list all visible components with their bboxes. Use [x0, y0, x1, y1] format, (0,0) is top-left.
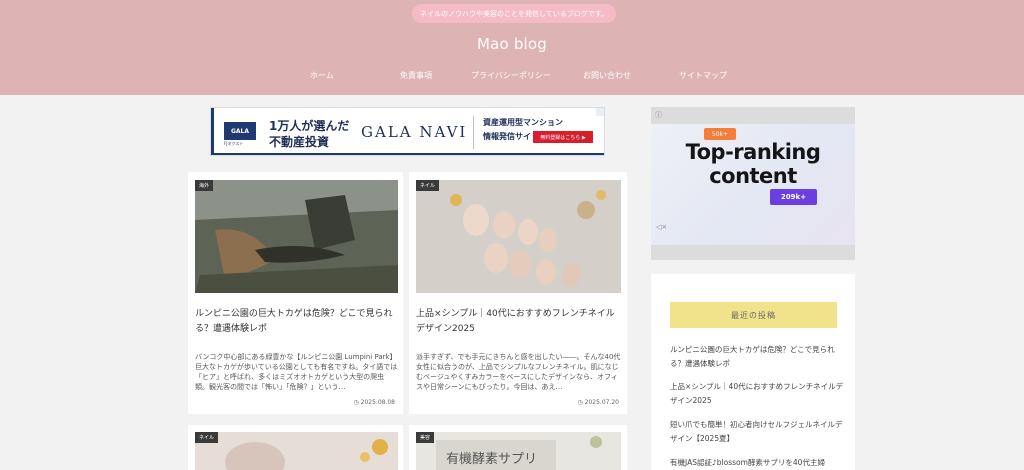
post-date: ◷ 2025.07.20	[577, 399, 619, 406]
banner-bottom-bar	[211, 153, 604, 155]
ad-badge-top: 50k+	[704, 128, 736, 140]
nail-photo-icon	[195, 432, 398, 470]
nav-item-sitemap[interactable]: サイトマップ	[679, 70, 727, 81]
nav-item-privacy-policy[interactable]: プライバシーポリシー	[471, 70, 551, 81]
recent-posts-widget: 最近の投稿 ルンピニ公園の巨大トカゲは危険？どこで見られる？遭遇体験レポ 上品×…	[651, 274, 855, 470]
banner-cta-button[interactable]: 無料登録はこちら ▶	[533, 131, 593, 143]
category-badge[interactable]: 海外	[195, 180, 214, 191]
post-date: ◷ 2025.08.08	[353, 399, 395, 406]
global-nav: ホーム 免責事項 プライバシーポリシー お問い合わせ サイトマップ	[272, 70, 762, 84]
post-card[interactable]: 美容 有機酵素サプリ	[409, 425, 627, 470]
post-thumbnail[interactable]: ネイル	[416, 180, 621, 293]
ad-choices-icon[interactable]	[596, 108, 604, 116]
recent-post-link[interactable]: 上品×シンプル｜40代におすすめフレンチネイルデザイン2025	[670, 380, 846, 408]
site-title[interactable]: Mao blog	[0, 35, 1024, 53]
post-excerpt: 派手すぎず、でも手元にきちんと感を出したい――。そんな40代女性に似合うのが、上…	[416, 353, 621, 391]
widget-title: 最近の投稿	[670, 302, 837, 328]
category-badge[interactable]: 美容	[416, 432, 435, 443]
banner-right-text-1: 資産運用型マンション	[483, 118, 563, 127]
banner-logo: GALA	[224, 122, 256, 140]
nail-photo-icon	[416, 180, 621, 293]
category-badge[interactable]: ネイル	[416, 180, 440, 191]
lizard-photo-icon	[195, 180, 398, 293]
post-thumbnail[interactable]: 美容 有機酵素サプリ	[416, 432, 621, 470]
post-date-value: 2025.08.08	[360, 399, 395, 406]
category-badge[interactable]: ネイル	[195, 432, 219, 443]
banner-ad[interactable]: GALA FJネクスト 1万人が選んだ 不動産投資 GALA NAVI 資産運用…	[210, 107, 605, 156]
ad-badge-bottom: 209k+	[770, 189, 817, 205]
banner-headline-1: 1万人が選んだ	[269, 119, 350, 133]
recent-post-link[interactable]: 短い爪でも簡単！初心者向けセルフジェルネイルデザイン【2025夏】	[670, 418, 846, 446]
banner-right-text-2: 情報発信サイト	[483, 132, 539, 141]
recent-post-link[interactable]: ルンピニ公園の巨大トカゲは危険？どこで見られる？遭遇体験レポ	[670, 343, 846, 371]
nav-item-contact[interactable]: お問い合わせ	[583, 70, 631, 81]
banner-divider	[473, 116, 474, 149]
ad-headline: Top-ranking content	[685, 140, 821, 188]
post-thumbnail[interactable]: ネイル	[195, 432, 398, 470]
site-tagline: ネイルのノウハウや美容のことを発信しているブログです。	[412, 4, 616, 23]
mute-icon[interactable]: ◁×	[656, 223, 667, 231]
nav-item-disclaimer[interactable]: 免責事項	[400, 70, 432, 81]
banner-accent-bar	[211, 108, 214, 155]
banner-brand: GALA NAVI	[361, 123, 468, 141]
post-card[interactable]: ネイル 上品×シンプル｜40代におすすめフレンチネイルデザイン2025 派手すぎ…	[409, 172, 627, 414]
thumbnail-text: 有機酵素サプリ	[446, 452, 538, 467]
post-excerpt: バンコク中心部にある緑豊かな【ルンピニ公園 Lumpini Park】巨大なトカ…	[195, 353, 398, 391]
banner-logo-sub: FJネクスト	[224, 141, 244, 146]
post-card[interactable]: 海外 ルンピニ公園の巨大トカゲは危険？どこで見られる？遭遇体験レポ バンコク中心…	[188, 172, 403, 414]
ad-info-icon[interactable]: ⓘ	[655, 110, 662, 120]
post-title[interactable]: 上品×シンプル｜40代におすすめフレンチネイルデザイン2025	[416, 307, 619, 337]
sidebar-ad[interactable]: ⓘ 50k+ Top-ranking content 209k+ ◁×	[651, 107, 855, 260]
clock-icon: ◷	[353, 399, 359, 406]
site-header: ネイルのノウハウや美容のことを発信しているブログです。 Mao blog ホーム…	[0, 0, 1024, 95]
post-date-value: 2025.07.20	[584, 399, 619, 406]
clock-icon: ◷	[577, 399, 583, 406]
nav-item-home[interactable]: ホーム	[310, 70, 334, 81]
banner-headline-2: 不動産投資	[269, 135, 330, 149]
post-card[interactable]: ネイル	[188, 425, 403, 470]
post-thumbnail[interactable]: 海外	[195, 180, 398, 293]
post-title[interactable]: ルンピニ公園の巨大トカゲは危険？どこで見られる？遭遇体験レポ	[195, 307, 398, 337]
recent-post-link[interactable]: 有機JAS認証♪blossom酵素サプリを40代主婦	[670, 456, 846, 470]
